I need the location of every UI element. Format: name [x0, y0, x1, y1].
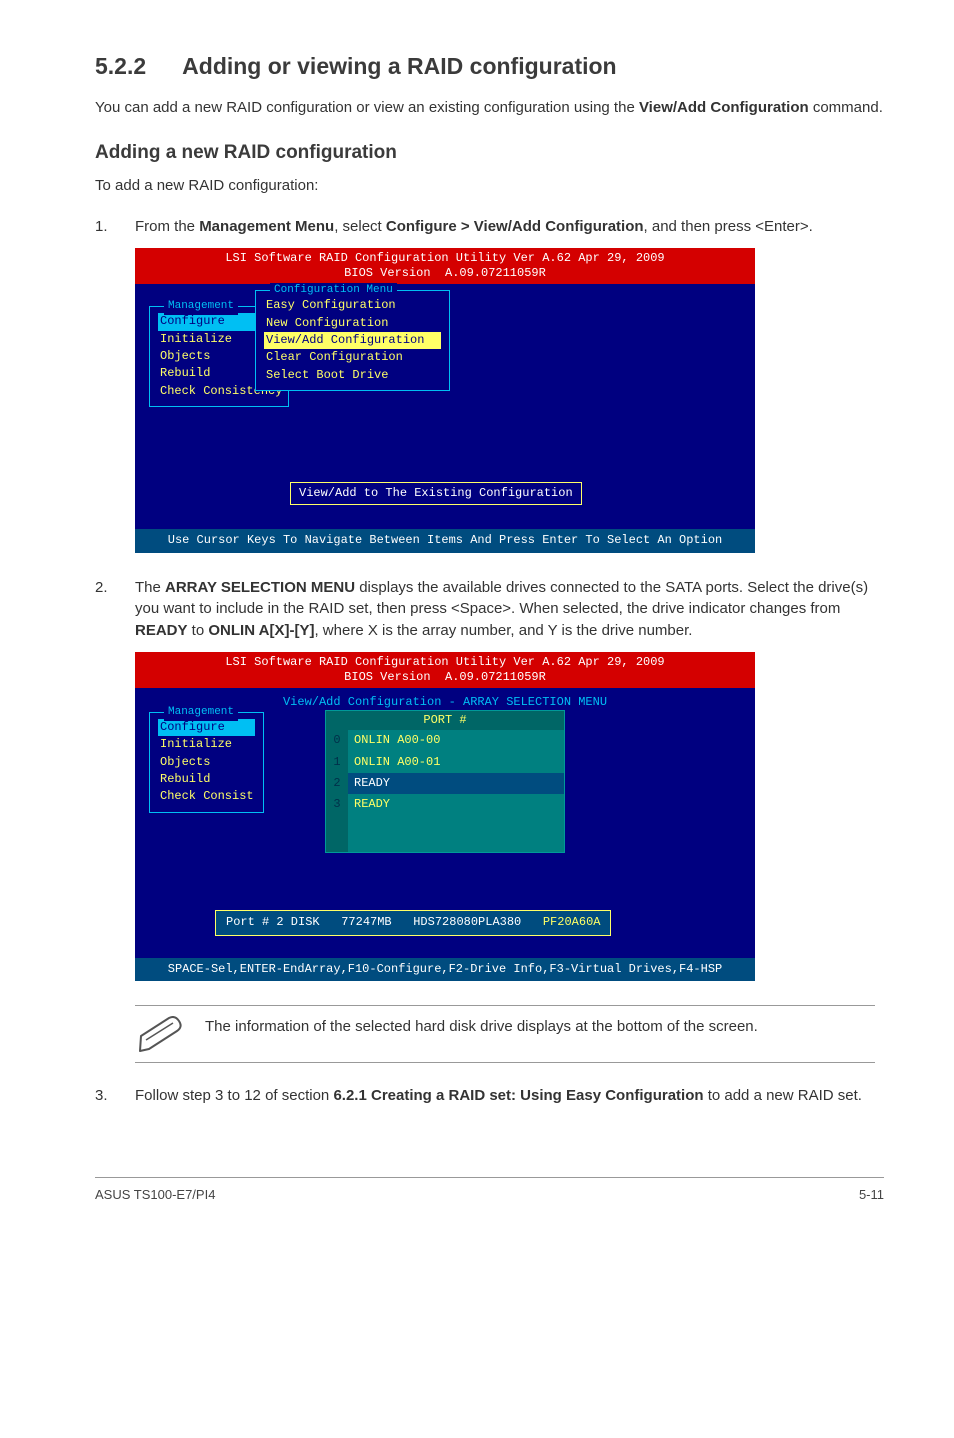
intro-post: command. [809, 99, 883, 116]
bios1-footer: Use Cursor Keys To Navigate Between Item… [135, 529, 755, 552]
bios2-port-header: PORT # [326, 711, 564, 730]
step-2-number: 2. [95, 577, 135, 642]
intro-pre: You can add a new RAID configuration or … [95, 99, 639, 116]
bios1-config-title: Configuration Menu [270, 283, 397, 299]
bios2-row2-idx: 2 [326, 773, 348, 794]
bios2-main: View/Add Configuration - ARRAY SELECTION… [135, 688, 755, 958]
bios2-mgmt-item-initialize[interactable]: Initialize [158, 736, 255, 753]
bios2-row1-val: ONLIN A00-01 [348, 752, 564, 773]
bios1-management-title: Management [164, 299, 238, 315]
footer-right: 5-11 [859, 1186, 884, 1205]
intro-bold: View/Add Configuration [639, 99, 809, 116]
bios2-mgmt-item-check-consist[interactable]: Check Consist [158, 788, 255, 805]
step-3-number: 3. [95, 1085, 135, 1107]
bios2-management-panel: Management Configure Initialize Objects … [149, 712, 264, 813]
step-2: 2. The ARRAY SELECTION MENU displays the… [95, 577, 884, 642]
bios1-cfg-item-easy[interactable]: Easy Configuration [264, 297, 441, 314]
bios1-cfg-item-viewadd[interactable]: View/Add Configuration [264, 332, 441, 349]
step-2-body: The ARRAY SELECTION MENU displays the av… [135, 577, 884, 642]
bios1-main: Management Configure Initialize Objects … [135, 284, 755, 529]
bios2-drive-table: PORT # 0 ONLIN A00-00 1 ONLIN A00-01 2 R… [325, 710, 565, 853]
step-1-number: 1. [95, 216, 135, 238]
bios1-titlebar: LSI Software RAID Configuration Utility … [135, 248, 755, 284]
bios-screenshot-1: LSI Software RAID Configuration Utility … [135, 248, 755, 552]
bios2-row1-idx: 1 [326, 752, 348, 773]
bios-screenshot-2: LSI Software RAID Configuration Utility … [135, 652, 755, 981]
step-1: 1. From the Management Menu, select Conf… [95, 216, 884, 238]
bios2-mgmt-item-rebuild[interactable]: Rebuild [158, 771, 255, 788]
bios2-footer: SPACE-Sel,ENTER-EndArray,F10-Configure,F… [135, 958, 755, 981]
bios2-row0-idx: 0 [326, 730, 348, 751]
step-3-body: Follow step 3 to 12 of section 6.2.1 Cre… [135, 1085, 884, 1107]
section-title: Adding or viewing a RAID configuration [182, 53, 616, 79]
section-heading: 5.2.2 Adding or viewing a RAID configurat… [95, 50, 884, 83]
bios2-row-0[interactable]: 0 ONLIN A00-00 [326, 730, 564, 751]
bios2-mgmt-item-configure[interactable]: Configure [158, 719, 255, 736]
bios1-cfg-item-new[interactable]: New Configuration [264, 315, 441, 332]
bios2-row-3[interactable]: 3 READY [326, 794, 564, 815]
intro-paragraph: You can add a new RAID configuration or … [95, 97, 884, 119]
bios2-row-2[interactable]: 2 READY [326, 773, 564, 794]
step-1-body: From the Management Menu, select Configu… [135, 216, 884, 238]
bios1-cfg-item-boot[interactable]: Select Boot Drive [264, 367, 441, 384]
bios2-row-blank1 [326, 816, 564, 834]
page-footer: ASUS TS100-E7/PI4 5-11 [95, 1177, 884, 1205]
bios2-row2-val: READY [348, 773, 564, 794]
bios2-row-blank2 [326, 834, 564, 852]
bios2-row-1[interactable]: 1 ONLIN A00-01 [326, 752, 564, 773]
bios2-management-title: Management [164, 705, 238, 721]
note-text: The information of the selected hard dis… [205, 1016, 871, 1038]
bios1-config-panel: Configuration Menu Easy Configuration Ne… [255, 290, 450, 391]
section-number: 5.2.2 [95, 50, 146, 83]
bios2-mgmt-item-objects[interactable]: Objects [158, 754, 255, 771]
bios2-row3-idx: 3 [326, 794, 348, 815]
subheading: Adding a new RAID configuration [95, 139, 884, 167]
bios1-hint: View/Add to The Existing Configuration [290, 482, 582, 505]
bios1-cfg-item-clear[interactable]: Clear Configuration [264, 349, 441, 366]
bios2-port-line: Port # 2 DISK 77247MB HDS728080PLA380 PF… [215, 910, 611, 935]
footer-left: ASUS TS100-E7/PI4 [95, 1186, 215, 1205]
bios2-row0-val: ONLIN A00-00 [348, 730, 564, 751]
pencil-icon [139, 1016, 185, 1052]
step-3: 3. Follow step 3 to 12 of section 6.2.1 … [95, 1085, 884, 1107]
bios2-row3-val: READY [348, 794, 564, 815]
note-block: The information of the selected hard dis… [135, 1005, 875, 1063]
bios2-titlebar: LSI Software RAID Configuration Utility … [135, 652, 755, 688]
lead-paragraph: To add a new RAID configuration: [95, 175, 884, 197]
